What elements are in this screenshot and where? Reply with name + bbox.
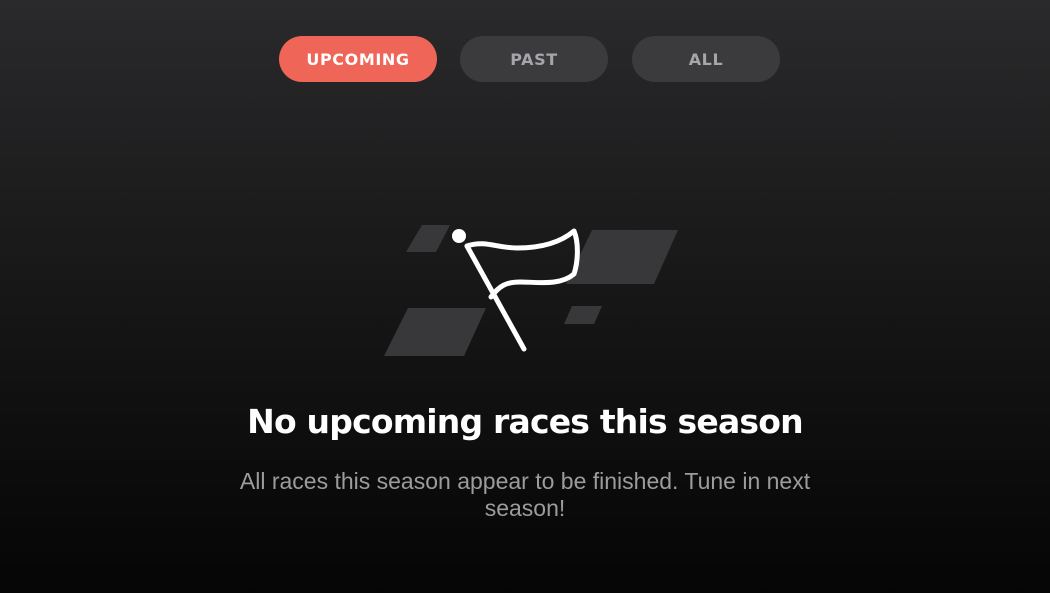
tab-past[interactable]: PAST xyxy=(460,36,608,82)
checkered-background-shapes xyxy=(384,225,678,356)
flag-pole-ball xyxy=(452,229,466,243)
tab-upcoming[interactable]: UPCOMING xyxy=(279,36,437,82)
checker-shape-top-right xyxy=(566,230,678,284)
checkered-flag-icon xyxy=(384,225,678,356)
race-filter-tabs: UPCOMING PAST ALL xyxy=(0,36,1050,82)
checker-shape-bottom-left xyxy=(384,308,486,356)
flag-outline xyxy=(464,228,580,352)
checker-shape-bottom-right xyxy=(564,306,602,324)
empty-state-title: No upcoming races this season xyxy=(247,402,803,441)
empty-state-message: All races this season appear to be finis… xyxy=(239,468,811,521)
checker-shape-top-left xyxy=(406,225,450,252)
flag-cloth xyxy=(464,228,580,300)
empty-state-illustration xyxy=(380,222,680,358)
tab-all[interactable]: ALL xyxy=(632,36,780,82)
flag-pole xyxy=(464,243,527,352)
